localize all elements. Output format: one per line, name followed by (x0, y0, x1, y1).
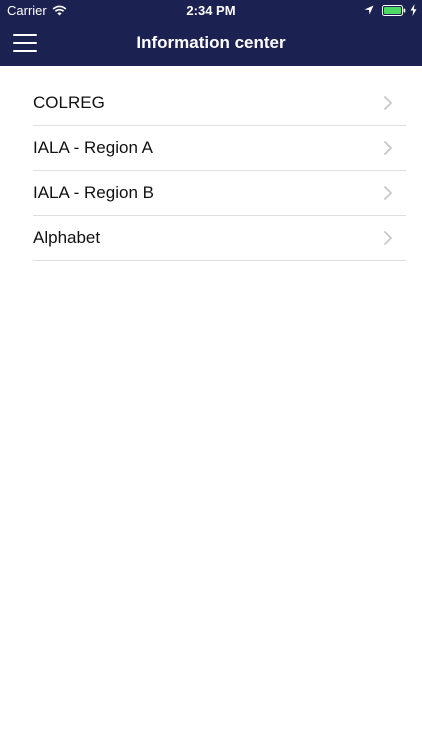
chevron-right-icon (384, 141, 392, 155)
battery-icon (382, 5, 406, 16)
chevron-right-icon (384, 186, 392, 200)
status-bar: Carrier 2:34 PM (0, 0, 422, 22)
top-bar: Carrier 2:34 PM Information center (0, 0, 422, 66)
chevron-right-icon (384, 96, 392, 110)
navigation-bar: Information center (0, 22, 422, 66)
list-item-label: COLREG (33, 93, 105, 112)
page-title: Information center (136, 33, 286, 52)
status-time: 2:34 PM (186, 3, 236, 18)
list-item-label: IALA - Region A (33, 138, 154, 157)
list-item-iala-region-b[interactable]: IALA - Region B (33, 171, 406, 216)
list-item-label: IALA - Region B (33, 183, 154, 202)
charging-bolt-icon (410, 4, 417, 16)
list-item-alphabet[interactable]: Alphabet (33, 216, 406, 261)
list-item-iala-region-a[interactable]: IALA - Region A (33, 126, 406, 171)
chevron-right-icon (384, 231, 392, 245)
information-list: COLREG IALA - Region A IALA - Region B A… (33, 81, 406, 261)
list-item-label: Alphabet (33, 228, 101, 247)
list-item-colreg[interactable]: COLREG (33, 81, 406, 126)
location-icon (364, 5, 374, 15)
